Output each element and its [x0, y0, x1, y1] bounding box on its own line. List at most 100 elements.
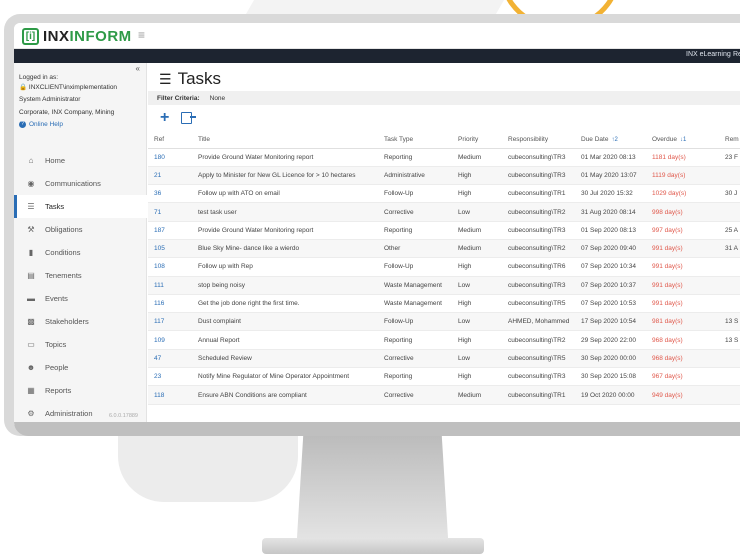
- table-row[interactable]: 21 Apply to Minister for New GL Licence f…: [148, 166, 740, 186]
- cell-priority: High: [452, 166, 502, 186]
- toolbar: +: [160, 110, 197, 126]
- cell-overdue: 991 day(s): [646, 294, 719, 314]
- filter-bar: Filter Criteria: None: [148, 91, 740, 105]
- cell-rem: [719, 385, 740, 405]
- people-icon: ☻: [26, 363, 36, 372]
- table-row[interactable]: 23 Notify Mine Regulator of Mine Operator…: [148, 367, 740, 387]
- table-row[interactable]: 180 Provide Ground Water Monitoring repor…: [148, 148, 740, 167]
- table-row[interactable]: 187 Provide Ground Water Monitoring repor…: [148, 221, 740, 240]
- cell-priority: Medium: [452, 385, 502, 405]
- cell-rem: [719, 367, 740, 387]
- column-header-overdue[interactable]: Overdue ↓1: [646, 132, 719, 149]
- cell-due: 31 Aug 2020 08:14: [575, 202, 646, 222]
- cell-ref[interactable]: 23: [148, 367, 192, 387]
- cell-rem: 30 J: [719, 184, 740, 204]
- cell-due: 01 Sep 2020 08:13: [575, 221, 646, 240]
- chevron-down-icon[interactable]: ≡: [138, 28, 145, 42]
- sidebar-item-conditions[interactable]: ▮ Conditions: [14, 241, 147, 264]
- sidebar-item-communications[interactable]: ◉ Communications: [14, 172, 147, 195]
- nav-link-truncated[interactable]: Re: [733, 51, 740, 58]
- cell-title: Follow up with Rep: [192, 257, 378, 277]
- sidebar-item-people[interactable]: ☻ People: [14, 356, 147, 379]
- table-row[interactable]: 105 Blue Sky Mine- dance like a wierdo Oth…: [148, 239, 740, 259]
- cell-type: Corrective: [378, 385, 452, 405]
- column-header-priority[interactable]: Priority: [452, 132, 502, 149]
- cell-ref[interactable]: 47: [148, 349, 192, 369]
- cell-due: 07 Sep 2020 09:40: [575, 239, 646, 259]
- export-icon[interactable]: [181, 112, 197, 124]
- table-row[interactable]: 47 Scheduled Review Corrective Low cubeconsu…: [148, 349, 740, 369]
- cell-type: Administrative: [378, 166, 452, 186]
- cell-title: stop being noisy: [192, 276, 378, 295]
- sidebar-item-stakeholders[interactable]: ▩ Stakeholders: [14, 310, 147, 333]
- table-row[interactable]: 108 Follow up with Rep Follow-Up High cubeco…: [148, 257, 740, 277]
- cell-overdue: 949 day(s): [646, 385, 719, 405]
- cell-rem: [719, 276, 740, 295]
- table-row[interactable]: 71 test task user Corrective Low cubeconsult…: [148, 202, 740, 222]
- cell-type: Reporting: [378, 221, 452, 240]
- column-header-title[interactable]: Title: [192, 132, 378, 149]
- sidebar-item-reports[interactable]: ▦ Reports: [14, 379, 147, 402]
- sidebar: « Logged in as: 🔒 INXCLIENT\inximplement…: [14, 63, 147, 425]
- cell-type: Waste Management: [378, 276, 452, 295]
- cell-ref[interactable]: 180: [148, 148, 192, 167]
- cell-type: Corrective: [378, 202, 452, 222]
- list-icon: ☰: [159, 70, 172, 87]
- cell-title: Follow up with ATO on email: [192, 184, 378, 204]
- cell-resp: cubeconsulting\TR3: [502, 367, 575, 387]
- cell-ref[interactable]: 109: [148, 330, 192, 350]
- cell-resp: cubeconsulting\TR1: [502, 385, 575, 405]
- monitor-chin: [14, 422, 740, 436]
- cell-ref[interactable]: 108: [148, 257, 192, 277]
- cell-rem: 23 F: [719, 148, 740, 167]
- table-row[interactable]: 117 Dust complaint Follow-Up Low AHMED, Moha…: [148, 312, 740, 332]
- table-row[interactable]: 36 Follow up with ATO on email Follow-Up Hi…: [148, 184, 740, 204]
- cell-ref[interactable]: 105: [148, 239, 192, 259]
- nav-link-elearning[interactable]: INX eLearning: [686, 51, 731, 58]
- sidebar-item-events[interactable]: ▬ Events: [14, 287, 147, 310]
- cell-ref[interactable]: 118: [148, 385, 192, 405]
- cell-ref[interactable]: 187: [148, 221, 192, 240]
- cell-ref[interactable]: 117: [148, 312, 192, 332]
- logo-mark: [i]: [22, 28, 39, 45]
- sidebar-item-obligations[interactable]: ⚒ Obligations: [14, 218, 147, 241]
- collapse-sidebar-icon[interactable]: «: [136, 64, 140, 73]
- table-row[interactable]: 111 stop being noisy Waste Management Low cu…: [148, 276, 740, 295]
- column-header-ref[interactable]: Ref: [148, 132, 192, 149]
- sidebar-item-home[interactable]: ⌂ Home: [14, 149, 147, 172]
- cell-title: Blue Sky Mine- dance like a wierdo: [192, 239, 378, 259]
- sidebar-item-tenements[interactable]: ▤ Tenements: [14, 264, 147, 287]
- column-header-task-type[interactable]: Task Type: [378, 132, 452, 149]
- column-header-truncated[interactable]: Rem: [719, 132, 740, 149]
- filter-label: Filter Criteria:: [157, 94, 200, 102]
- sort-descending-icon: ↓1: [679, 137, 687, 144]
- column-header-due-date[interactable]: Due Date ↑2: [575, 132, 646, 149]
- cell-overdue: 1181 day(s): [646, 148, 719, 167]
- cell-ref[interactable]: 21: [148, 166, 192, 186]
- map-icon: ▤: [27, 271, 35, 280]
- table-row[interactable]: 116 Get the job done right the first time…: [148, 294, 740, 314]
- gear-icon: ⚙: [27, 409, 35, 418]
- cell-ref[interactable]: 71: [148, 202, 192, 222]
- cell-ref[interactable]: 116: [148, 294, 192, 314]
- column-header-responsibility[interactable]: Responsibility: [502, 132, 575, 149]
- cell-resp: cubeconsulting\TR2: [502, 202, 575, 222]
- cell-ref[interactable]: 36: [148, 184, 192, 204]
- cell-resp: cubeconsulting\TR3: [502, 276, 575, 295]
- cell-type: Reporting: [378, 367, 452, 387]
- add-task-icon[interactable]: +: [160, 110, 169, 126]
- table-row[interactable]: 118 Ensure ABN Conditions are compliant Co…: [148, 385, 740, 405]
- table-row[interactable]: 109 Annual Report Reporting High cubeconsult…: [148, 330, 740, 350]
- logo[interactable]: [i] INXINFORM: [22, 28, 132, 45]
- cell-overdue: 998 day(s): [646, 202, 719, 222]
- cell-type: Reporting: [378, 330, 452, 350]
- sidebar-item-topics[interactable]: ▭ Topics: [14, 333, 147, 356]
- cell-type: Corrective: [378, 349, 452, 369]
- cell-overdue: 991 day(s): [646, 257, 719, 277]
- cell-rem: [719, 349, 740, 369]
- cell-ref[interactable]: 111: [148, 276, 192, 295]
- online-help-link[interactable]: ? Online Help: [19, 120, 117, 130]
- cell-due: 30 Jul 2020 15:32: [575, 184, 646, 204]
- nav-bar: INX eLearning Re: [14, 49, 740, 63]
- sidebar-item-tasks[interactable]: ☰ Tasks: [14, 195, 147, 218]
